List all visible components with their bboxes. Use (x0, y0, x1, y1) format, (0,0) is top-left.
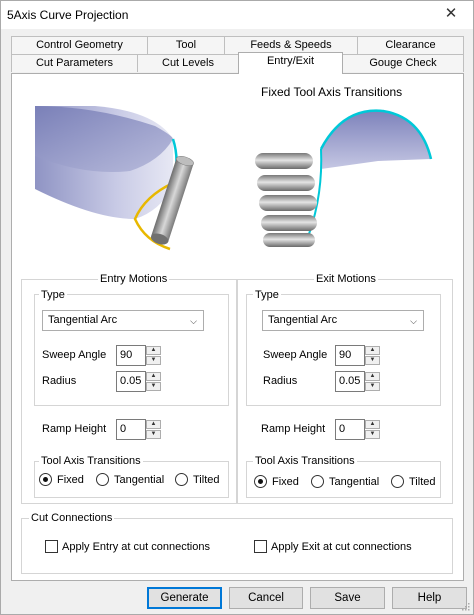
entry-radius-label: Radius (42, 375, 77, 387)
spin-down-icon[interactable]: ▼ (365, 356, 380, 365)
resize-grip-icon[interactable] (460, 601, 470, 611)
tab-cut-levels[interactable]: Cut Levels (137, 54, 239, 72)
exit-sweep-label: Sweep Angle (263, 349, 328, 361)
entry-ramp-input[interactable]: 0 (116, 419, 146, 440)
entry-radius-input[interactable]: 0.05 (116, 371, 146, 392)
radio-selected-icon (39, 473, 52, 486)
radio-icon (96, 473, 109, 486)
exit-radio-fixed[interactable]: Fixed (254, 475, 299, 488)
exit-type-label: Type (253, 289, 281, 301)
exit-motions-label: Exit Motions (314, 273, 378, 285)
entry-type-select[interactable]: Tangential Arc ⌵ (42, 310, 204, 331)
tab-clearance[interactable]: Clearance (357, 36, 464, 54)
spin-down-icon[interactable]: ▼ (146, 430, 161, 439)
spin-up-icon[interactable]: ▲ (146, 346, 161, 355)
spin-down-icon[interactable]: ▼ (365, 382, 380, 391)
entry-sweep-input[interactable]: 90 (116, 345, 146, 366)
exit-ramp-input[interactable]: 0 (335, 419, 365, 440)
entry-motion-illustration (35, 106, 194, 251)
radio-icon (311, 475, 324, 488)
entry-type-value: Tangential Arc (48, 314, 118, 326)
tab-gouge-check[interactable]: Gouge Check (342, 54, 464, 72)
apply-exit-checkbox[interactable]: Apply Exit at cut connections (254, 540, 412, 553)
checkbox-icon (254, 540, 267, 553)
entry-transitions-label: Tool Axis Transitions (39, 455, 143, 467)
help-button[interactable]: Help (392, 587, 467, 609)
apply-entry-checkbox[interactable]: Apply Entry at cut connections (45, 540, 210, 553)
spin-up-icon[interactable]: ▲ (365, 346, 380, 355)
tab-control-geometry[interactable]: Control Geometry (11, 36, 148, 54)
apply-entry-label: Apply Entry at cut connections (62, 540, 210, 553)
tab-tool[interactable]: Tool (147, 36, 225, 54)
exit-radio-tilted[interactable]: Tilted (391, 475, 436, 488)
radio-selected-icon (254, 475, 267, 488)
dialog-window: 5Axis Curve Projection ✕ Control Geometr… (0, 0, 474, 615)
cut-connections-label: Cut Connections (29, 512, 115, 524)
close-icon[interactable]: ✕ (439, 3, 463, 25)
window-title: 5Axis Curve Projection (7, 8, 129, 22)
entry-radio-tilted[interactable]: Tilted (175, 473, 220, 486)
checkbox-icon (45, 540, 58, 553)
entry-motions-label: Entry Motions (98, 273, 170, 285)
exit-radio-tangential-label: Tangential (329, 475, 380, 488)
exit-radio-fixed-label: Fixed (272, 475, 299, 488)
entry-radio-tangential[interactable]: Tangential (96, 473, 164, 486)
tab-entry-exit[interactable]: Entry/Exit (238, 52, 343, 74)
exit-radio-tilted-label: Tilted (409, 475, 436, 488)
exit-radius-label: Radius (263, 375, 298, 387)
spin-up-icon[interactable]: ▲ (365, 372, 380, 381)
exit-motion-illustration (255, 109, 433, 247)
generate-button[interactable]: Generate (147, 587, 222, 609)
spin-up-icon[interactable]: ▲ (365, 420, 380, 429)
title-bar: 5Axis Curve Projection ✕ (1, 1, 473, 29)
save-button[interactable]: Save (310, 587, 385, 609)
exit-radius-input[interactable]: 0.05 (335, 371, 365, 392)
spin-down-icon[interactable]: ▼ (146, 382, 161, 391)
spin-up-icon[interactable]: ▲ (146, 372, 161, 381)
chevron-down-icon: ⌵ (410, 316, 417, 326)
tab-cut-parameters[interactable]: Cut Parameters (11, 54, 138, 72)
spin-up-icon[interactable]: ▲ (146, 420, 161, 429)
exit-type-value: Tangential Arc (268, 314, 338, 326)
radio-icon (391, 475, 404, 488)
illustration-caption: Fixed Tool Axis Transitions (261, 85, 403, 99)
radio-icon (175, 473, 188, 486)
spin-down-icon[interactable]: ▼ (365, 430, 380, 439)
entry-radio-fixed[interactable]: Fixed (39, 473, 84, 486)
spin-down-icon[interactable]: ▼ (146, 356, 161, 365)
chevron-down-icon: ⌵ (190, 316, 197, 326)
entry-radio-fixed-label: Fixed (57, 473, 84, 486)
exit-radio-tangential[interactable]: Tangential (311, 475, 379, 488)
entry-type-label: Type (39, 289, 67, 301)
entry-radio-tangential-label: Tangential (114, 473, 165, 486)
exit-transitions-label: Tool Axis Transitions (253, 455, 357, 467)
apply-exit-label: Apply Exit at cut connections (271, 540, 412, 553)
exit-sweep-input[interactable]: 90 (335, 345, 365, 366)
cancel-button[interactable]: Cancel (229, 587, 303, 609)
exit-type-select[interactable]: Tangential Arc ⌵ (262, 310, 424, 331)
entry-sweep-label: Sweep Angle (42, 349, 107, 361)
entry-ramp-label: Ramp Height (42, 423, 107, 435)
entry-radio-tilted-label: Tilted (193, 473, 220, 486)
exit-ramp-label: Ramp Height (261, 423, 326, 435)
